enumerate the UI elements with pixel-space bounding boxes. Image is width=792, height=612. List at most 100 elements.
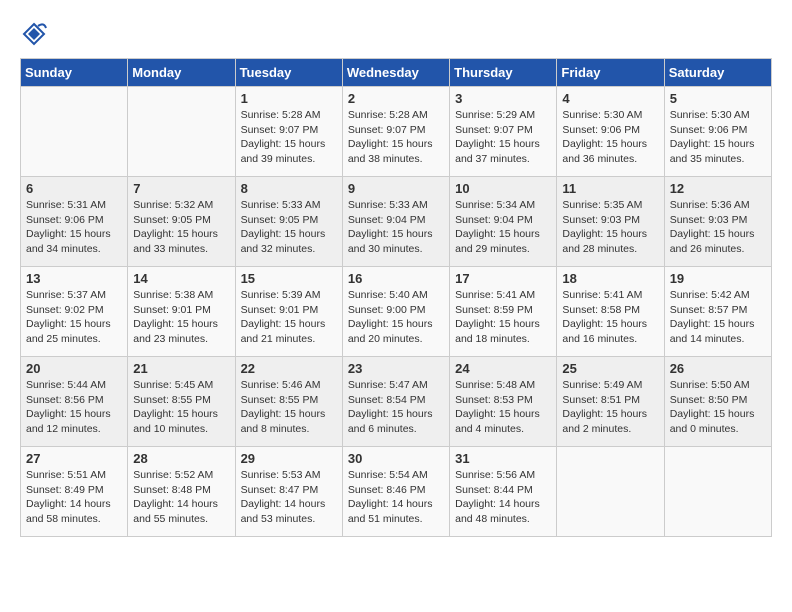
day-number: 22: [241, 361, 337, 376]
calendar-cell: 20 Sunrise: 5:44 AM Sunset: 8:56 PM Dayli…: [21, 357, 128, 447]
day-detail: Sunrise: 5:53 AM Sunset: 8:47 PM Dayligh…: [241, 468, 337, 527]
calendar-cell: 11 Sunrise: 5:35 AM Sunset: 9:03 PM Dayli…: [557, 177, 664, 267]
day-number: 31: [455, 451, 551, 466]
calendar-cell: 17Sunrise: 5:41 AM Sunset: 8:59 PM Dayli…: [450, 267, 557, 357]
day-number: 18: [562, 271, 658, 286]
header-row: SundayMondayTuesdayWednesdayThursdayFrid…: [21, 59, 772, 87]
calendar-cell: 30 Sunrise: 5:54 AM Sunset: 8:46 PM Dayli…: [342, 447, 449, 537]
calendar-cell: 12 Sunrise: 5:36 AM Sunset: 9:03 PM Dayli…: [664, 177, 771, 267]
day-detail: Sunrise: 5:39 AM Sunset: 9:01 PM Dayligh…: [241, 288, 337, 347]
day-detail: Sunrise: 5:33 AM Sunset: 9:05 PM Dayligh…: [241, 198, 337, 257]
day-detail: Sunrise: 5:29 AM Sunset: 9:07 PM Dayligh…: [455, 108, 551, 167]
calendar-cell: 26 Sunrise: 5:50 AM Sunset: 8:50 PM Dayli…: [664, 357, 771, 447]
day-number: 19: [670, 271, 766, 286]
calendar-cell: 16Sunrise: 5:40 AM Sunset: 9:00 PM Dayli…: [342, 267, 449, 357]
calendar-cell: 29 Sunrise: 5:53 AM Sunset: 8:47 PM Dayli…: [235, 447, 342, 537]
calendar-cell: 7 Sunrise: 5:32 AM Sunset: 9:05 PM Daylig…: [128, 177, 235, 267]
day-number: 4: [562, 91, 658, 106]
day-number: 29: [241, 451, 337, 466]
logo: [20, 20, 52, 48]
calendar-cell: 31 Sunrise: 5:56 AM Sunset: 8:44 PM Dayli…: [450, 447, 557, 537]
day-detail: Sunrise: 5:56 AM Sunset: 8:44 PM Dayligh…: [455, 468, 551, 527]
calendar-cell: 21Sunrise: 5:45 AM Sunset: 8:55 PM Dayli…: [128, 357, 235, 447]
day-detail: Sunrise: 5:28 AM Sunset: 9:07 PM Dayligh…: [241, 108, 337, 167]
day-detail: Sunrise: 5:36 AM Sunset: 9:03 PM Dayligh…: [670, 198, 766, 257]
day-number: 25: [562, 361, 658, 376]
day-detail: Sunrise: 5:52 AM Sunset: 8:48 PM Dayligh…: [133, 468, 229, 527]
day-detail: Sunrise: 5:50 AM Sunset: 8:50 PM Dayligh…: [670, 378, 766, 437]
day-detail: Sunrise: 5:47 AM Sunset: 8:54 PM Dayligh…: [348, 378, 444, 437]
calendar-cell: 27 Sunrise: 5:51 AM Sunset: 8:49 PM Dayli…: [21, 447, 128, 537]
calendar-week-5: 27 Sunrise: 5:51 AM Sunset: 8:49 PM Dayli…: [21, 447, 772, 537]
calendar-cell: 15 Sunrise: 5:39 AM Sunset: 9:01 PM Dayli…: [235, 267, 342, 357]
day-number: 14: [133, 271, 229, 286]
day-number: 13: [26, 271, 122, 286]
calendar-cell: 14 Sunrise: 5:38 AM Sunset: 9:01 PM Dayli…: [128, 267, 235, 357]
calendar-week-3: 13 Sunrise: 5:37 AM Sunset: 9:02 PM Dayli…: [21, 267, 772, 357]
calendar-cell: [128, 87, 235, 177]
day-number: 26: [670, 361, 766, 376]
calendar-cell: 23 Sunrise: 5:47 AM Sunset: 8:54 PM Dayli…: [342, 357, 449, 447]
calendar-cell: 19 Sunrise: 5:42 AM Sunset: 8:57 PM Dayli…: [664, 267, 771, 357]
day-number: 5: [670, 91, 766, 106]
day-number: 1: [241, 91, 337, 106]
calendar-cell: 6Sunrise: 5:31 AM Sunset: 9:06 PM Daylig…: [21, 177, 128, 267]
day-detail: Sunrise: 5:30 AM Sunset: 9:06 PM Dayligh…: [562, 108, 658, 167]
day-detail: Sunrise: 5:32 AM Sunset: 9:05 PM Dayligh…: [133, 198, 229, 257]
day-number: 27: [26, 451, 122, 466]
col-header-friday: Friday: [557, 59, 664, 87]
col-header-sunday: Sunday: [21, 59, 128, 87]
calendar-table: SundayMondayTuesdayWednesdayThursdayFrid…: [20, 58, 772, 537]
calendar-cell: 4 Sunrise: 5:30 AM Sunset: 9:06 PM Daylig…: [557, 87, 664, 177]
calendar-cell: 28 Sunrise: 5:52 AM Sunset: 8:48 PM Dayli…: [128, 447, 235, 537]
day-detail: Sunrise: 5:44 AM Sunset: 8:56 PM Dayligh…: [26, 378, 122, 437]
col-header-wednesday: Wednesday: [342, 59, 449, 87]
day-detail: Sunrise: 5:41 AM Sunset: 8:58 PM Dayligh…: [562, 288, 658, 347]
day-detail: Sunrise: 5:45 AM Sunset: 8:55 PM Dayligh…: [133, 378, 229, 437]
day-number: 30: [348, 451, 444, 466]
day-number: 23: [348, 361, 444, 376]
calendar-cell: 9 Sunrise: 5:33 AM Sunset: 9:04 PM Daylig…: [342, 177, 449, 267]
day-number: 8: [241, 181, 337, 196]
day-number: 9: [348, 181, 444, 196]
calendar-cell: [557, 447, 664, 537]
day-number: 12: [670, 181, 766, 196]
logo-icon: [20, 20, 48, 48]
day-detail: Sunrise: 5:46 AM Sunset: 8:55 PM Dayligh…: [241, 378, 337, 437]
day-number: 6: [26, 181, 122, 196]
calendar-cell: 2Sunrise: 5:28 AM Sunset: 9:07 PM Daylig…: [342, 87, 449, 177]
calendar-cell: 5Sunrise: 5:30 AM Sunset: 9:06 PM Daylig…: [664, 87, 771, 177]
calendar-cell: 25 Sunrise: 5:49 AM Sunset: 8:51 PM Dayli…: [557, 357, 664, 447]
calendar-cell: 18 Sunrise: 5:41 AM Sunset: 8:58 PM Dayli…: [557, 267, 664, 357]
day-detail: Sunrise: 5:35 AM Sunset: 9:03 PM Dayligh…: [562, 198, 658, 257]
calendar-cell: 3 Sunrise: 5:29 AM Sunset: 9:07 PM Daylig…: [450, 87, 557, 177]
day-number: 3: [455, 91, 551, 106]
day-number: 10: [455, 181, 551, 196]
calendar-week-2: 6Sunrise: 5:31 AM Sunset: 9:06 PM Daylig…: [21, 177, 772, 267]
day-detail: Sunrise: 5:49 AM Sunset: 8:51 PM Dayligh…: [562, 378, 658, 437]
day-number: 2: [348, 91, 444, 106]
calendar-cell: 22 Sunrise: 5:46 AM Sunset: 8:55 PM Dayli…: [235, 357, 342, 447]
day-detail: Sunrise: 5:51 AM Sunset: 8:49 PM Dayligh…: [26, 468, 122, 527]
day-number: 20: [26, 361, 122, 376]
day-detail: Sunrise: 5:38 AM Sunset: 9:01 PM Dayligh…: [133, 288, 229, 347]
day-number: 28: [133, 451, 229, 466]
day-number: 11: [562, 181, 658, 196]
day-detail: Sunrise: 5:40 AM Sunset: 9:00 PM Dayligh…: [348, 288, 444, 347]
day-detail: Sunrise: 5:34 AM Sunset: 9:04 PM Dayligh…: [455, 198, 551, 257]
col-header-tuesday: Tuesday: [235, 59, 342, 87]
day-detail: Sunrise: 5:33 AM Sunset: 9:04 PM Dayligh…: [348, 198, 444, 257]
page-header: [20, 20, 772, 48]
day-detail: Sunrise: 5:54 AM Sunset: 8:46 PM Dayligh…: [348, 468, 444, 527]
calendar-cell: [664, 447, 771, 537]
calendar-cell: 13 Sunrise: 5:37 AM Sunset: 9:02 PM Dayli…: [21, 267, 128, 357]
calendar-week-1: 1 Sunrise: 5:28 AM Sunset: 9:07 PM Daylig…: [21, 87, 772, 177]
day-number: 7: [133, 181, 229, 196]
calendar-week-4: 20 Sunrise: 5:44 AM Sunset: 8:56 PM Dayli…: [21, 357, 772, 447]
day-number: 15: [241, 271, 337, 286]
day-detail: Sunrise: 5:37 AM Sunset: 9:02 PM Dayligh…: [26, 288, 122, 347]
day-number: 24: [455, 361, 551, 376]
col-header-monday: Monday: [128, 59, 235, 87]
day-detail: Sunrise: 5:42 AM Sunset: 8:57 PM Dayligh…: [670, 288, 766, 347]
day-number: 17: [455, 271, 551, 286]
